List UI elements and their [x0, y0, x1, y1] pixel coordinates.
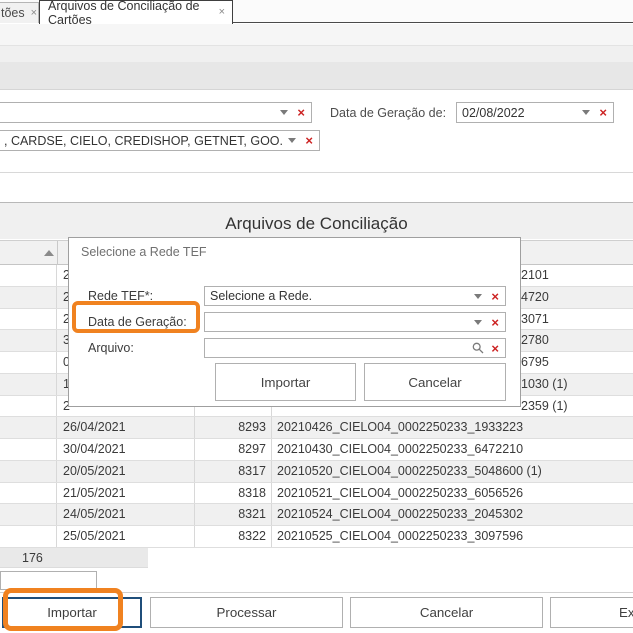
chevron-down-icon[interactable] — [288, 138, 296, 143]
table-row[interactable]: 26/04/2021829320210426_CIELO04_000225023… — [0, 417, 633, 439]
sort-asc-icon[interactable] — [44, 250, 54, 256]
arquivo-search-field[interactable]: × — [204, 338, 506, 358]
cell-date: 20/05/2021 — [57, 461, 195, 482]
export-button-cut[interactable]: Ex — [550, 597, 633, 628]
table-row[interactable]: 30/04/2021829720210430_CIELO04_000225023… — [0, 439, 633, 461]
cell-file: 20210426_CIELO04_0002250233_1933223 — [272, 417, 633, 438]
clear-icon[interactable]: × — [297, 106, 305, 119]
cell-date: 26/04/2021 — [57, 417, 195, 438]
cell-file: 20210430_CIELO04_0002250233_6472210 — [272, 439, 633, 460]
ribbon-band — [0, 45, 633, 62]
generation-date-filter-label: Data de Geração de: — [330, 106, 446, 120]
cell-sel — [0, 461, 57, 482]
close-icon[interactable]: × — [219, 7, 225, 18]
column-divider — [57, 241, 58, 265]
combobox-value: Selecione a Rede. — [210, 289, 468, 303]
table-row[interactable]: 20/05/2021831720210520_CIELO04_000225023… — [0, 461, 633, 483]
table-row[interactable]: 25/05/2021832220210525_CIELO04_000225023… — [0, 526, 633, 548]
multiselect-value: , CARDSE, CIELO, CREDISHOP, GETNET, GOO.… — [4, 134, 282, 148]
cell-id: 8293 — [195, 417, 272, 438]
cell-sel — [0, 504, 57, 525]
cell-sel — [0, 439, 57, 460]
record-count-badge: 176 — [0, 548, 148, 568]
tab-label: tões — [1, 6, 25, 20]
cell-file: 20210524_CIELO04_0002250233_2045302 — [272, 504, 633, 525]
cell-file: 20210520_CIELO04_0002250233_5048600 (1) — [272, 461, 633, 482]
cell-sel — [0, 309, 57, 330]
network-filter-combobox[interactable]: × — [0, 102, 312, 123]
cell-id: 8297 — [195, 439, 272, 460]
cell-id: 8321 — [195, 504, 272, 525]
cell-date: 24/05/2021 — [57, 504, 195, 525]
cell-id: 8318 — [195, 483, 272, 504]
filter-cell-input[interactable] — [0, 571, 97, 590]
rede-tef-combobox[interactable]: Selecione a Rede. × — [204, 286, 506, 306]
cell-file: 20210525_CIELO04_0002250233_3097596 — [272, 526, 633, 547]
cell-file: 20210521_CIELO04_0002250233_6056526 — [272, 483, 633, 504]
app-window: tões × Arquivos de Conciliação de Cartõe… — [0, 0, 633, 633]
ribbon-band — [0, 24, 633, 45]
cell-id: 8322 — [195, 526, 272, 547]
section-title-band: Arquivos de Conciliação — [0, 203, 633, 239]
tab-label: Arquivos de Conciliação de Cartões — [48, 0, 219, 27]
clear-icon[interactable]: × — [305, 134, 313, 147]
close-icon[interactable]: × — [31, 8, 37, 19]
cell-sel — [0, 330, 57, 351]
rede-tef-label: Rede TEF*: — [88, 289, 153, 303]
divider — [0, 172, 633, 173]
cell-date: 25/05/2021 — [57, 526, 195, 547]
clear-icon[interactable]: × — [491, 316, 499, 329]
clear-icon[interactable]: × — [491, 290, 499, 303]
select-tef-network-dialog: Selecione a Rede TEF Rede TEF*: Selecion… — [68, 237, 521, 407]
cell-sel — [0, 374, 57, 395]
process-button[interactable]: Processar — [150, 597, 343, 628]
cell-sel — [0, 526, 57, 547]
chevron-down-icon[interactable] — [280, 110, 288, 115]
cell-date: 30/04/2021 — [57, 439, 195, 460]
table-row[interactable]: 21/05/2021831820210521_CIELO04_000225023… — [0, 483, 633, 505]
cell-date: 21/05/2021 — [57, 483, 195, 504]
clear-icon[interactable]: × — [599, 106, 607, 119]
cell-sel — [0, 417, 57, 438]
tab-arquivos-conciliacao[interactable]: Arquivos de Conciliação de Cartões × — [39, 0, 233, 24]
card-networks-multiselect[interactable]: , CARDSE, CIELO, CREDISHOP, GETNET, GOO.… — [0, 130, 320, 151]
page-title: Arquivos de Conciliação — [225, 214, 407, 234]
cell-sel — [0, 483, 57, 504]
import-button[interactable]: Importar — [2, 597, 142, 628]
arquivo-label: Arquivo: — [88, 341, 134, 355]
dialog-import-button[interactable]: Importar — [215, 363, 356, 401]
generation-date-field[interactable]: × — [204, 312, 506, 332]
cancel-button[interactable]: Cancelar — [350, 597, 543, 628]
search-icon[interactable] — [472, 342, 484, 354]
cell-sel — [0, 396, 57, 417]
cell-sel — [0, 287, 57, 308]
cell-sel — [0, 265, 57, 286]
dialog-cancel-button[interactable]: Cancelar — [364, 363, 506, 401]
cell-sel — [0, 352, 57, 373]
chevron-down-icon[interactable] — [474, 320, 482, 325]
dialog-title: Selecione a Rede TEF — [81, 245, 207, 259]
tab-bar: tões × Arquivos de Conciliação de Cartõe… — [0, 0, 633, 23]
divider — [0, 592, 633, 593]
chevron-down-icon[interactable] — [582, 110, 590, 115]
generation-date-label: Data de Geração: — [88, 315, 187, 329]
clear-icon[interactable]: × — [491, 342, 499, 355]
chevron-down-icon[interactable] — [474, 294, 482, 299]
generation-date-filter-field[interactable]: 02/08/2022 × — [456, 102, 614, 123]
table-row[interactable]: 24/05/2021832120210524_CIELO04_000225023… — [0, 504, 633, 526]
tab-cartoes-partial[interactable]: tões × — [0, 2, 39, 23]
date-value: 02/08/2022 — [462, 106, 576, 120]
ribbon-band — [0, 62, 633, 90]
cell-id: 8317 — [195, 461, 272, 482]
